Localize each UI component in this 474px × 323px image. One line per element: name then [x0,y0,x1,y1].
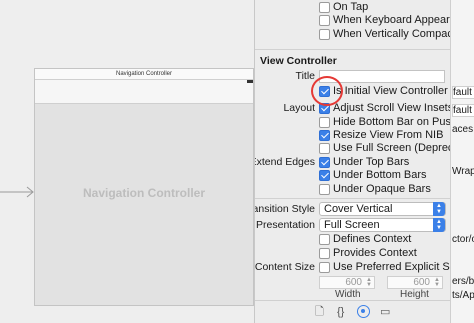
adjacent-text: ctor/o [452,234,474,245]
navigation-bar [35,80,253,104]
adjacent-field[interactable]: fault - [452,86,474,99]
option-defines-context[interactable]: Defines Context [255,233,450,247]
on-tap-checkbox[interactable] [319,2,330,13]
option-use-preferred-explicit-size[interactable]: Content Size Use Preferred Explicit Size [255,261,450,275]
transition-style-popup[interactable]: Cover Vertical ▲ ▼ [319,202,446,216]
transition-style-value: Cover Vertical [324,203,393,215]
chevron-up-down-icon: ▲ ▼ [433,202,445,216]
provides-context-checkbox[interactable] [319,248,330,259]
option-under-opaque-bars[interactable]: Under Opaque Bars [255,183,450,197]
use-full-screen-checkbox[interactable] [319,143,330,154]
use-preferred-explicit-size-label: Use Preferred Explicit Size [333,261,450,273]
highlight-circle [311,76,343,106]
adjacent-text: aces [452,124,474,135]
option-under-bottom-bars[interactable]: Under Bottom Bars [255,169,450,183]
option-resize-view-from-nib[interactable]: Resize View From NIB [255,129,450,143]
adjacent-text: ts/App [452,290,474,301]
width-value: 600 [345,277,362,288]
when-vertically-compact-label: When Vertically Compact [333,28,450,40]
storyboard-canvas[interactable]: Navigation Controller Navigation Control… [0,0,254,323]
on-tap-label: On Tap [333,1,369,13]
resize-view-from-nib-checkbox[interactable] [319,130,330,141]
width-caption: Width [335,289,361,300]
navigation-controller-scene[interactable]: Navigation Controller Navigation Control… [34,68,254,306]
status-indicator [247,80,253,83]
extend-edges-label: Extend Edges [254,156,315,168]
size-inspector-icon[interactable]: ▭ [380,306,390,319]
quick-help-icon[interactable]: {} [337,306,344,319]
presentation-popup[interactable]: Full Screen ▲ ▼ [319,218,446,232]
under-top-bars-checkbox[interactable] [319,157,330,168]
scene-title[interactable]: Navigation Controller [35,69,253,80]
under-bottom-bars-label: Under Bottom Bars [333,169,427,181]
provides-context-label: Provides Context [333,247,417,259]
when-keyboard-appears-label: When Keyboard Appears [333,14,450,26]
use-preferred-explicit-size-checkbox[interactable] [319,262,330,273]
defines-context-label: Defines Context [333,233,412,245]
hide-bottom-bar-on-push-label: Hide Bottom Bar on Push [333,116,450,128]
height-stepper-icon[interactable]: ▲ ▼ [434,277,440,288]
presentation-label: Presentation [256,219,315,231]
attributes-inspector: On Tap When Keyboard Appears When Vertic… [254,0,450,323]
title-label: Title [295,70,315,82]
adjacent-field[interactable]: fault - [452,104,474,117]
option-use-full-screen[interactable]: Use Full Screen (Deprecated) [255,142,450,156]
presentation-value: Full Screen [324,219,380,231]
adjacent-text: Wrap ll [452,166,474,177]
when-keyboard-appears-checkbox[interactable] [319,15,330,26]
height-caption: Height [400,289,429,300]
width-stepper-icon[interactable]: ▲ ▼ [366,277,372,288]
adjacent-text: ers/bo [452,276,474,287]
under-opaque-bars-checkbox[interactable] [319,184,330,195]
height-field[interactable]: 600 ▲ ▼ [387,276,443,289]
under-bottom-bars-checkbox[interactable] [319,170,330,181]
library-tab-bar: 🗋 {} ▭ [255,300,450,323]
section-divider [255,49,450,50]
under-opaque-bars-label: Under Opaque Bars [333,183,431,195]
option-hide-bottom-bar-on-push[interactable]: Hide Bottom Bar on Push [255,116,450,130]
resize-view-from-nib-label: Resize View From NIB [333,129,444,141]
transition-style-label: Transition Style [254,203,315,215]
use-full-screen-label: Use Full Screen (Deprecated) [333,142,450,154]
width-field[interactable]: 600 ▲ ▼ [319,276,375,289]
option-is-initial-view-controller[interactable]: Is Initial View Controller [255,85,450,99]
option-adjust-scroll-view-insets[interactable]: Layout Adjust Scroll View Insets [255,102,450,116]
option-provides-context[interactable]: Provides Context [255,247,450,261]
when-vertically-compact-checkbox[interactable] [319,29,330,40]
under-top-bars-label: Under Top Bars [333,156,410,168]
is-initial-view-controller-label: Is Initial View Controller [333,85,448,97]
section-divider [255,198,450,199]
attributes-inspector-icon[interactable] [357,305,370,318]
scene-placeholder-label: Navigation Controller [82,186,205,200]
adjacent-panel: fault - fault - aces Wrap ll ctor/o ers/… [450,0,474,323]
content-size-label: Content Size [254,261,315,273]
option-when-keyboard-appears[interactable]: When Keyboard Appears [255,14,450,28]
height-value: 600 [413,277,430,288]
option-under-top-bars[interactable]: Extend Edges Under Top Bars [255,156,450,170]
option-when-vertically-compact[interactable]: When Vertically Compact [255,28,450,42]
defines-context-checkbox[interactable] [319,234,330,245]
chevron-up-down-icon: ▲ ▼ [433,218,445,232]
hide-bottom-bar-on-push-checkbox[interactable] [319,117,330,128]
layout-label: Layout [283,102,315,114]
initial-scene-arrow-icon [0,186,34,198]
file-inspector-icon[interactable]: 🗋 [315,306,324,319]
section-title: View Controller [260,55,337,67]
option-on-tap[interactable]: On Tap [255,1,450,15]
adjust-scroll-view-insets-label: Adjust Scroll View Insets [333,102,450,114]
